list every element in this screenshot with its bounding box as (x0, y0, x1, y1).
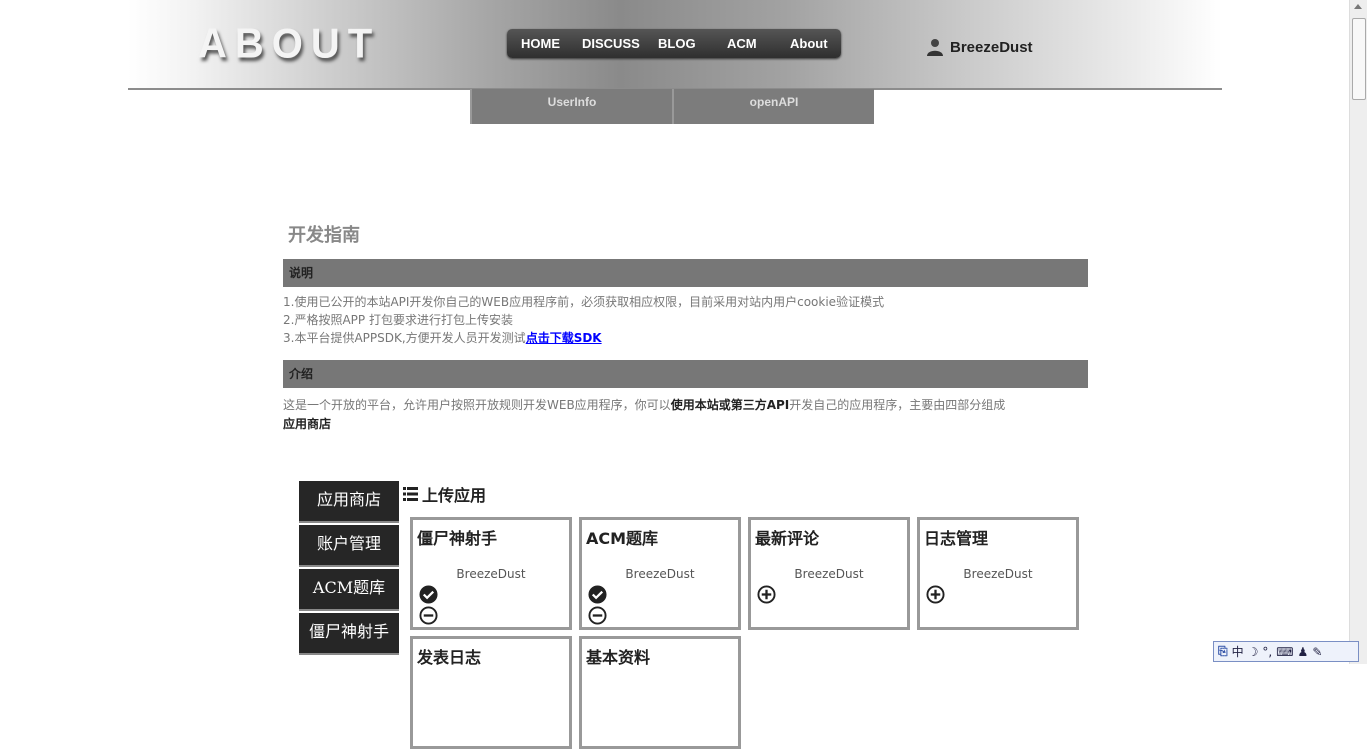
user-name[interactable]: BreezeDust (950, 39, 1033, 56)
card-author: BreezeDust (456, 567, 526, 581)
card-title: ACM题库 (586, 529, 659, 548)
app-card-post-log[interactable]: 发表日志 (410, 636, 572, 749)
app-card-profile[interactable]: 基本资料 (579, 636, 741, 749)
card-title: 发表日志 (417, 648, 482, 667)
ime-logo-icon[interactable]: ⎘ (1218, 644, 1228, 659)
page-scrollbar[interactable] (1349, 0, 1367, 664)
intro-line: 这是一个开放的平台，允许用户按照开放规则开发WEB应用程序，你可以使用本站或第三… (283, 396, 1005, 413)
app-card-zombie[interactable]: 僵尸神射手 BreezeDust (410, 517, 572, 630)
ime-user-icon[interactable]: ♟ (1298, 645, 1309, 659)
user-menu[interactable]: BreezeDust (926, 38, 1033, 56)
page-title: 开发指南 (288, 225, 360, 246)
main-nav: HOME DISCUSS BLOG ACM About (507, 29, 841, 58)
card-title: 日志管理 (924, 529, 989, 548)
upload-app-heading[interactable]: 上传应用 (403, 482, 486, 506)
sub-nav: UserInfo openAPI (470, 89, 874, 124)
nav-about[interactable]: About (790, 36, 828, 51)
ime-keyboard-icon[interactable]: ⌨ (1276, 645, 1293, 659)
card-author: BreezeDust (794, 567, 864, 581)
intro-sub: 应用商店 (283, 415, 331, 432)
app-card-log-manage[interactable]: 日志管理 BreezeDust (917, 517, 1079, 630)
app-side-menu: 应用商店 账户管理 ACM题库 僵尸神射手 (299, 481, 399, 657)
ime-toolbar: ⎘ 中 ☽ °, ⌨ ♟ ✎ (1213, 641, 1359, 662)
tab-userinfo[interactable]: UserInfo (470, 89, 672, 124)
side-item-acm[interactable]: ACM题库 (299, 569, 399, 611)
plus-circle-icon[interactable] (757, 585, 776, 604)
minus-circle-icon[interactable] (588, 606, 607, 625)
scrollbar-thumb[interactable] (1352, 18, 1366, 100)
card-title: 基本资料 (586, 648, 651, 667)
intro-post: 开发自己的应用程序，主要由四部分组成 (789, 398, 1006, 412)
nav-discuss[interactable]: DISCUSS (582, 36, 640, 51)
site-header: ABOUT HOME DISCUSS BLOG ACM About Breeze… (128, 0, 1222, 90)
check-circle-icon[interactable] (588, 585, 607, 604)
nav-home[interactable]: HOME (521, 36, 560, 51)
desc-line-1: 1.使用已公开的本站API开发你自己的WEB应用程序前，必须获取相应权限，目前采… (283, 295, 885, 309)
card-title: 最新评论 (755, 529, 820, 548)
desc-line-2: 2.严格按照APP 打包要求进行打包上传安装 (283, 313, 513, 327)
app-card-comments[interactable]: 最新评论 BreezeDust (748, 517, 910, 630)
card-title: 僵尸神射手 (417, 529, 498, 548)
plus-circle-icon[interactable] (926, 585, 945, 604)
card-author: BreezeDust (963, 567, 1033, 581)
nav-acm[interactable]: ACM (727, 36, 757, 51)
ime-settings-wrench-icon[interactable]: ✎ (1312, 645, 1322, 659)
card-author: BreezeDust (625, 567, 695, 581)
side-item-account[interactable]: 账户管理 (299, 525, 399, 567)
scroll-up-arrow-icon[interactable] (1354, 4, 1362, 9)
ime-chinese-toggle[interactable]: 中 (1232, 643, 1244, 660)
nav-blog[interactable]: BLOG (658, 36, 696, 51)
minus-circle-icon[interactable] (419, 606, 438, 625)
intro-sub-label: 应用商店 (283, 417, 332, 431)
desc-line-3-text: 3.本平台提供APPSDK,方便开发人员开发测试 (283, 331, 526, 345)
desc-line-3: 3.本平台提供APPSDK,方便开发人员开发测试点击下载SDK (283, 329, 602, 346)
ime-punct-toggle[interactable]: °, (1262, 645, 1272, 659)
user-avatar-icon (927, 39, 943, 56)
side-item-app-store[interactable]: 应用商店 (299, 481, 399, 523)
side-item-zombie[interactable]: 僵尸神射手 (299, 613, 399, 655)
intro-pre: 这是一个开放的平台，允许用户按照开放规则开发WEB应用程序，你可以 (283, 398, 671, 412)
site-logo[interactable]: ABOUT (198, 21, 380, 68)
ime-halfwidth-moon-icon[interactable]: ☽ (1248, 645, 1259, 659)
sdk-download-link[interactable]: 点击下载SDK (526, 331, 602, 345)
check-circle-icon[interactable] (419, 585, 438, 604)
desc-header: 说明 (283, 259, 1088, 287)
intro-header: 介绍 (283, 360, 1088, 388)
tab-openapi[interactable]: openAPI (672, 89, 874, 124)
intro-bold: 使用本站或第三方API (670, 398, 790, 412)
list-icon (403, 487, 418, 501)
upload-app-label: 上传应用 (422, 486, 487, 505)
app-card-acm[interactable]: ACM题库 BreezeDust (579, 517, 741, 630)
